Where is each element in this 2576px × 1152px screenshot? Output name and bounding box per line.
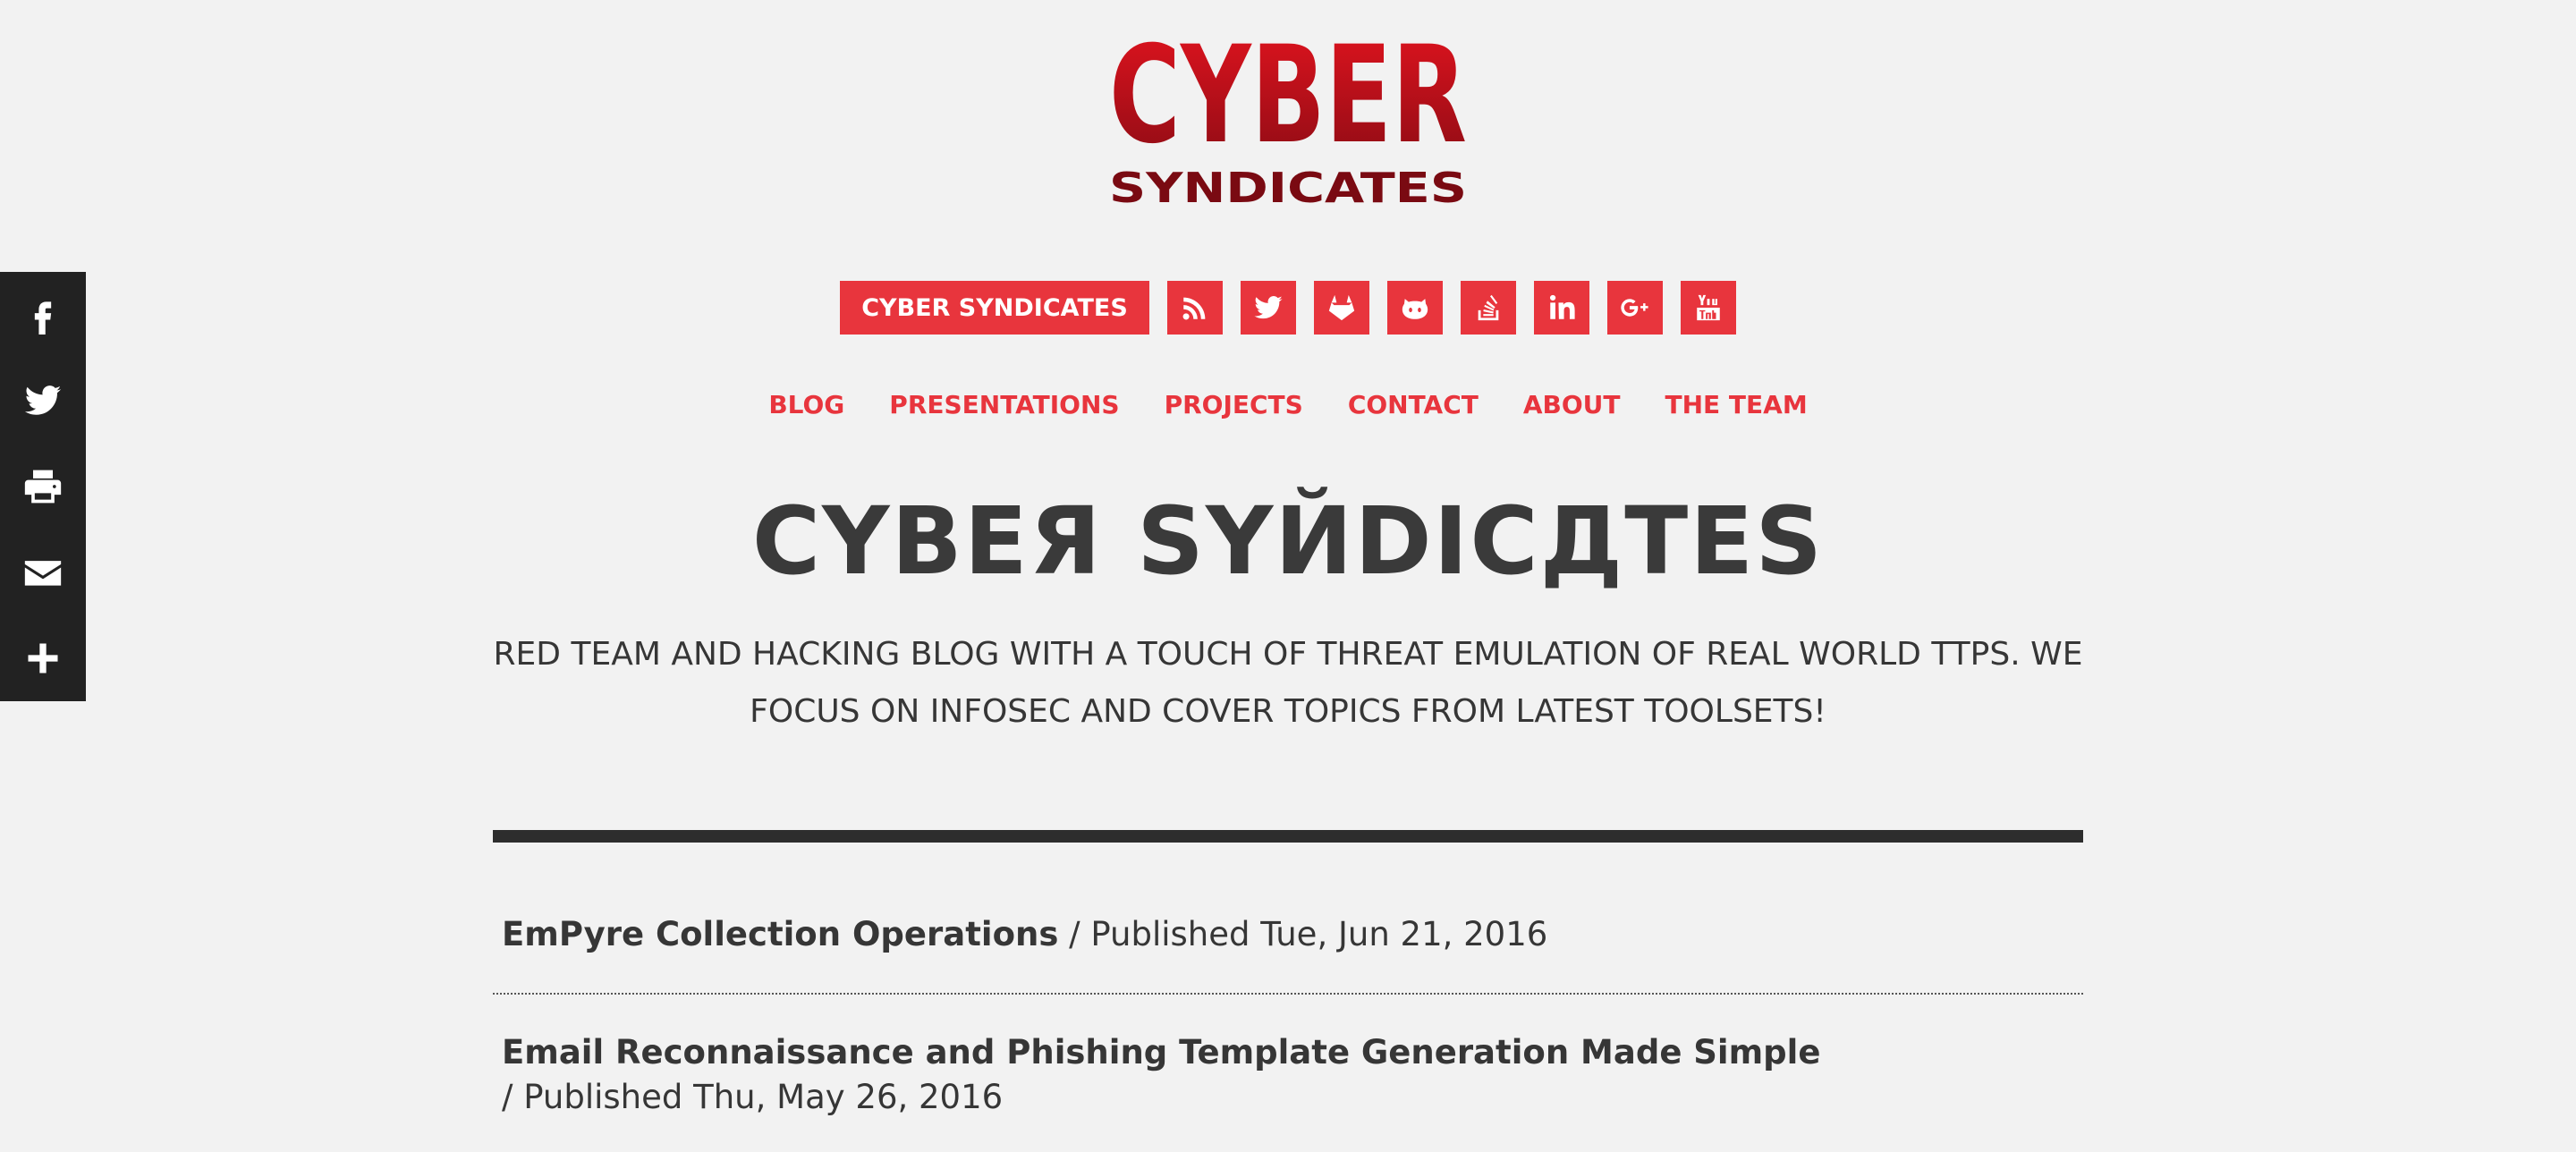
github-button[interactable]: [1386, 281, 1443, 335]
gitlab-icon: [1328, 294, 1354, 321]
nav-projects[interactable]: PROJECTS: [1165, 390, 1303, 419]
cyber-syndicates-button[interactable]: CYBER SYNDICATES: [840, 281, 1149, 335]
gitlab-button[interactable]: [1313, 281, 1369, 335]
stackoverflow-icon: [1478, 294, 1499, 321]
nav-blog[interactable]: BLOG: [768, 390, 844, 419]
googleplus-icon: [1621, 299, 1648, 317]
logo-main-text: CYBER: [1109, 32, 1467, 174]
twitter-icon: [1254, 296, 1283, 319]
nav-contact[interactable]: CONTACT: [1348, 390, 1479, 419]
header-button-row: CYBER SYNDICATES: [0, 281, 2576, 335]
stackoverflow-button[interactable]: [1460, 281, 1516, 335]
site-tagline: RED TEAM AND HACKING BLOG WITH A TOUCH O…: [493, 636, 2083, 730]
nav-about[interactable]: ABOUT: [1523, 390, 1621, 419]
rss-icon: [1182, 297, 1206, 320]
plus-icon: [28, 643, 58, 673]
logo-sub-text: SYNDICATES: [1109, 164, 1467, 211]
youtube-icon: [1697, 294, 1720, 321]
post-meta: / Published Thu, May 26, 2016: [502, 1078, 1004, 1116]
twitter-button[interactable]: [1240, 281, 1296, 335]
main-nav: BLOG PRESENTATIONS PROJECTS CONTACT ABOU…: [0, 390, 2576, 419]
post-title-link[interactable]: Email Reconnaissance and Phishing Templa…: [502, 1030, 2083, 1075]
post-title-link[interactable]: EmPyre Collection Operations: [502, 915, 1058, 953]
linkedin-button[interactable]: [1533, 281, 1589, 335]
site-title: CYBEЯ SYЙDICДTES: [751, 487, 1825, 596]
linkedin-icon: [1549, 294, 1575, 319]
rss-button[interactable]: [1166, 281, 1223, 335]
googleplus-button[interactable]: [1606, 281, 1663, 335]
github-icon: [1402, 299, 1428, 319]
post-list-item: EmPyre Collection Operations / Published…: [493, 912, 2083, 995]
post-list-item: Email Reconnaissance and Phishing Templa…: [493, 1030, 2083, 1120]
post-meta: / Published Tue, Jun 21, 2016: [1058, 915, 1548, 953]
section-divider: [493, 830, 2083, 843]
nav-presentations[interactable]: PRESENTATIONS: [889, 390, 1119, 419]
youtube-button[interactable]: [1680, 281, 1736, 335]
nav-the-team[interactable]: THE TEAM: [1665, 390, 1808, 419]
share-more-button[interactable]: [0, 615, 86, 701]
site-logo[interactable]: CYBER SYNDICATES: [1106, 32, 1470, 211]
